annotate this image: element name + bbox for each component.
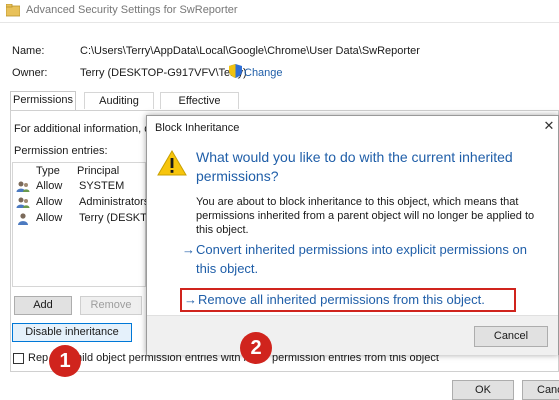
row-principal: Administrators — [79, 196, 150, 208]
permission-row[interactable]: Allow Administrators — [14, 196, 154, 211]
name-value: C:\Users\Terry\AppData\Local\Google\Chro… — [80, 45, 420, 57]
callout-badge-2: 2 — [240, 332, 272, 364]
info-text: For additional information, dou — [14, 123, 163, 135]
dialog-question: What would you like to do with the curre… — [196, 149, 513, 184]
user-group-icon — [16, 181, 30, 192]
disable-inheritance-button[interactable]: Disable inheritance — [12, 323, 132, 342]
main-titlebar: Advanced Security Settings for SwReporte… — [0, 0, 559, 23]
arrow-right-icon: → — [182, 242, 195, 257]
ok-button[interactable]: OK — [452, 380, 514, 400]
arrow-right-icon: → — [184, 292, 197, 307]
warning-icon — [157, 150, 187, 176]
row-type: Allow — [36, 196, 63, 208]
name-label: Name: — [12, 45, 45, 57]
permission-row[interactable]: Allow Terry (DESKTOP — [14, 212, 163, 227]
row-principal: SYSTEM — [79, 180, 125, 192]
remove-option-label: Remove all inherited permissions from th… — [198, 292, 485, 307]
owner-value: Terry (DESKTOP-G917VFV\Terry) — [80, 67, 247, 79]
tab-effective-access[interactable]: Effective Access — [160, 92, 239, 124]
dialog-body: You are about to block inheritance to th… — [196, 196, 535, 236]
tab-strip: Permissions Auditing Effective Access — [10, 91, 559, 124]
column-header-type[interactable]: Type — [36, 165, 60, 177]
block-inheritance-dialog: Block Inheritance ✕ What would you like … — [146, 115, 559, 355]
add-button[interactable]: Add — [14, 296, 72, 315]
row-type: Allow — [36, 212, 63, 224]
replace-child-permissions-checkbox[interactable] — [13, 353, 24, 364]
shield-icon — [229, 64, 242, 78]
column-header-principal[interactable]: Principal — [77, 165, 119, 177]
dialog-footer: Cancel — [147, 315, 558, 355]
change-owner-link[interactable]: Change — [244, 67, 283, 79]
owner-label: Owner: — [12, 67, 48, 79]
callout-badge-1: 1 — [49, 345, 81, 377]
cancel-button[interactable]: Canc — [522, 380, 559, 400]
convert-inherited-option[interactable]: → Convert inherited permissions into exp… — [182, 240, 542, 280]
row-type: Allow — [36, 180, 63, 192]
remove-button[interactable]: Remove — [80, 296, 142, 315]
dialog-title: Block Inheritance — [155, 122, 240, 134]
folder-lock-icon — [6, 4, 20, 17]
window-title: Advanced Security Settings for SwReporte… — [26, 4, 238, 16]
replace-text-start: Rep — [28, 352, 49, 364]
dialog-cancel-button[interactable]: Cancel — [474, 326, 548, 347]
tab-auditing[interactable]: Auditing — [84, 92, 154, 109]
user-icon — [18, 213, 28, 225]
close-icon[interactable]: ✕ — [542, 119, 556, 133]
permission-entries-label: Permission entries: — [14, 145, 108, 157]
tab-permissions[interactable]: Permissions — [10, 91, 76, 110]
convert-option-label: Convert inherited permissions into expli… — [196, 242, 527, 276]
permission-row[interactable]: Allow SYSTEM — [14, 180, 154, 195]
remove-inherited-option[interactable]: → Remove all inherited permissions from … — [182, 290, 512, 310]
user-group-icon — [16, 197, 30, 208]
